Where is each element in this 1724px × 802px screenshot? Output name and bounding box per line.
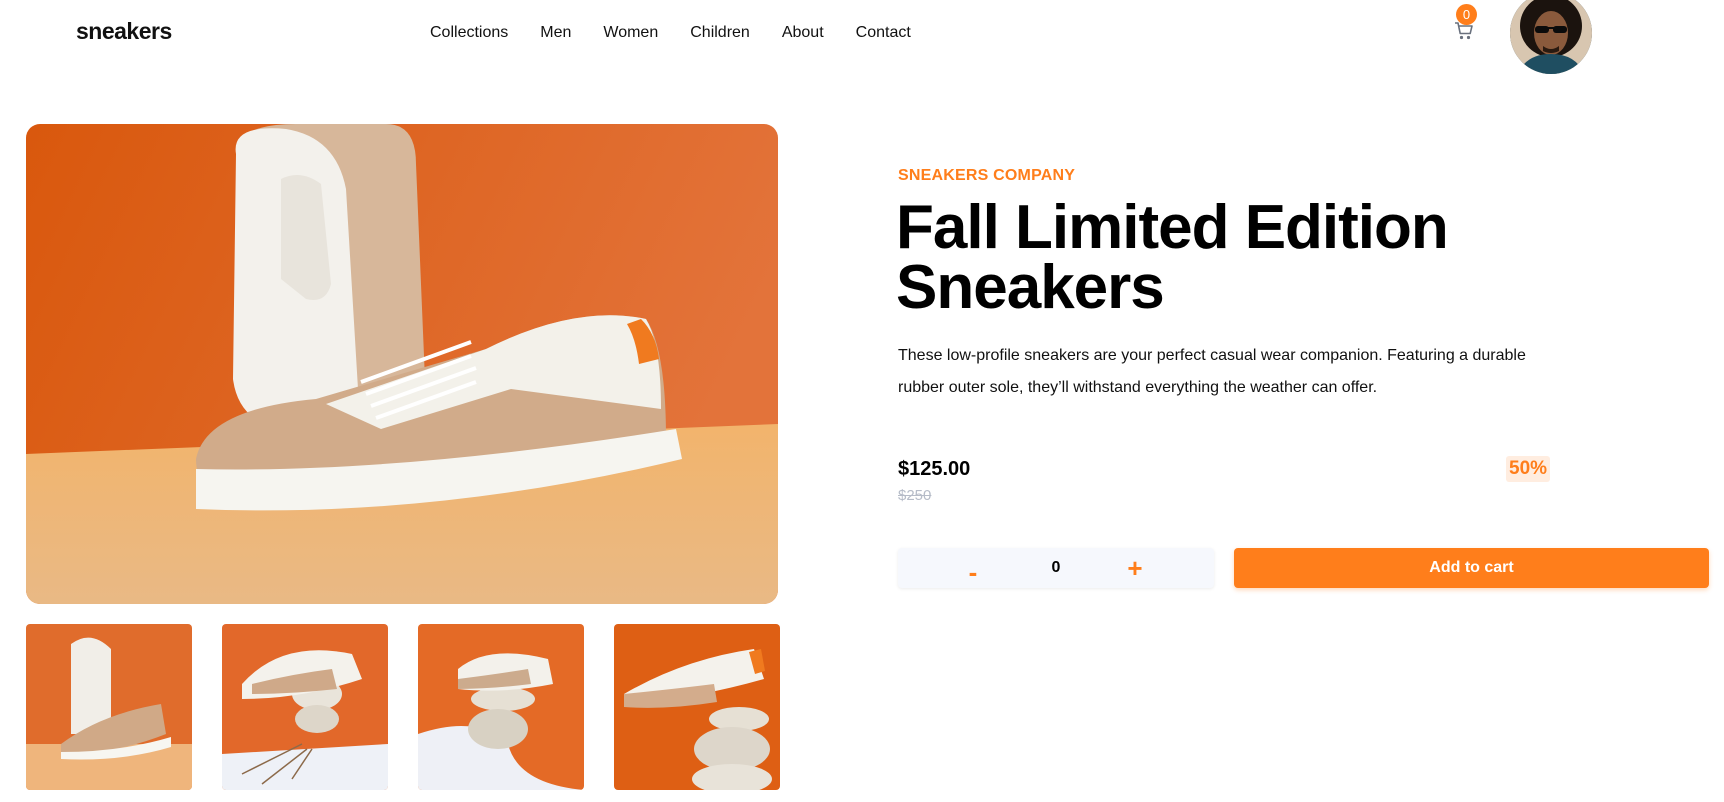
cart-count-badge: 0 xyxy=(1456,4,1477,25)
user-avatar[interactable] xyxy=(1510,0,1592,74)
current-price: $125.00 xyxy=(898,458,971,480)
nav-contact[interactable]: Contact xyxy=(856,24,911,42)
product-thumbnail-1[interactable] xyxy=(26,624,192,790)
quantity-value: 0 xyxy=(1051,559,1061,576)
avatar-image xyxy=(1510,0,1592,74)
product-main-image[interactable] xyxy=(26,124,778,604)
nav-men[interactable]: Men xyxy=(540,24,571,42)
product-thumbnail-4[interactable] xyxy=(614,624,780,790)
quantity-stepper: - 0 + xyxy=(898,548,1214,588)
nav-children[interactable]: Children xyxy=(690,24,750,42)
product-title: Fall Limited Edition Sneakers xyxy=(896,193,1449,322)
decrease-quantity-button[interactable]: - xyxy=(953,552,993,592)
product-thumbnail-3[interactable] xyxy=(418,624,584,790)
nav-women[interactable]: Women xyxy=(603,24,658,42)
company-label: SNEAKERS COMPANY xyxy=(898,167,1076,184)
nav-about[interactable]: About xyxy=(782,24,824,42)
discount-badge: 50% xyxy=(1506,456,1551,482)
main-nav: Collections Men Women Children About Con… xyxy=(430,24,943,42)
increase-quantity-button[interactable]: + xyxy=(1115,548,1155,588)
add-to-cart-button[interactable]: Add to cart xyxy=(1234,548,1709,588)
product-description: These low-profile sneakers are your perf… xyxy=(898,347,1526,396)
logo[interactable]: sneakers xyxy=(76,18,172,45)
product-thumbnail-2[interactable] xyxy=(222,624,388,790)
nav-collections[interactable]: Collections xyxy=(430,24,508,42)
original-price: $250 xyxy=(898,487,932,504)
